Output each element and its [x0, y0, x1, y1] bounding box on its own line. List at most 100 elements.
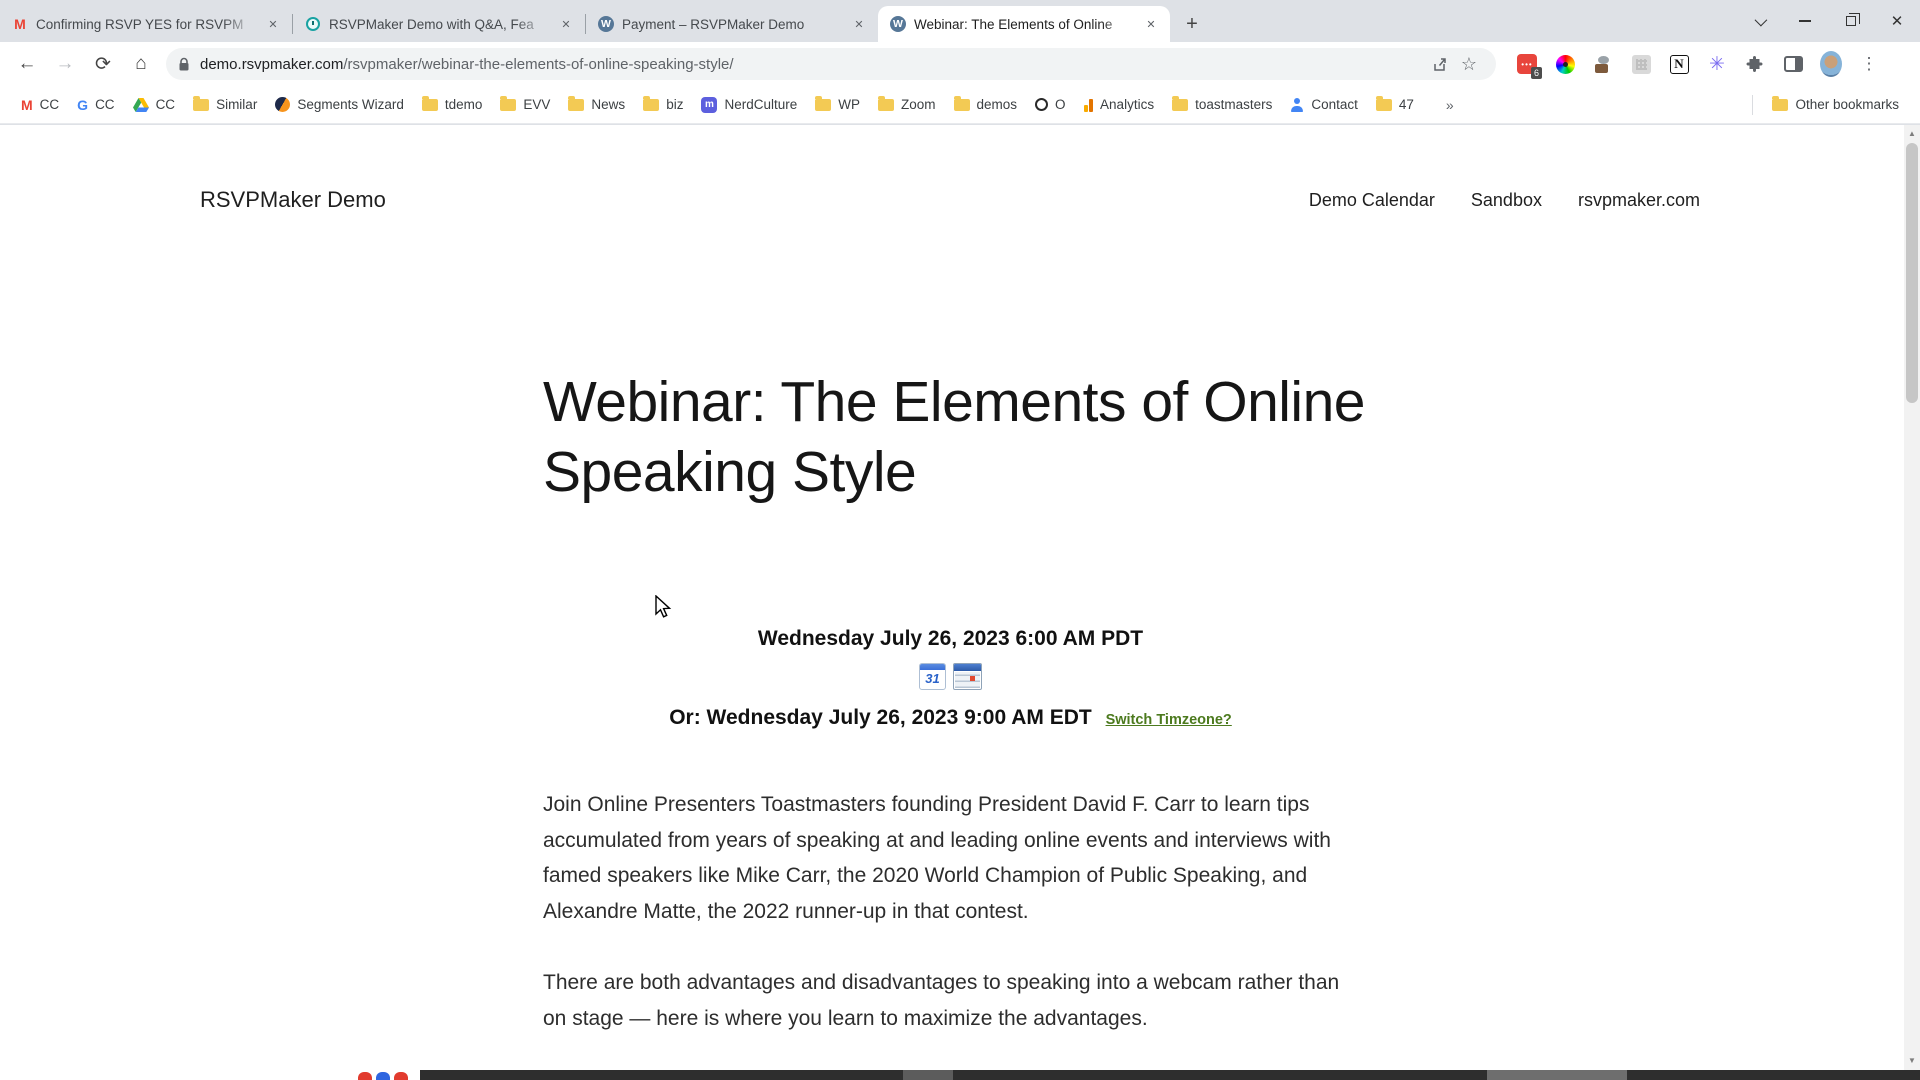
scrollbar-thumb[interactable] [1906, 143, 1918, 403]
scroll-down-arrow-icon[interactable]: ▼ [1904, 1052, 1920, 1068]
bookmark-folder-zoom[interactable]: Zoom [869, 91, 945, 119]
page-title: Webinar: The Elements of Online Speaking… [543, 370, 1366, 505]
calendar-links: 31 [543, 660, 1358, 692]
tab-webinar-active[interactable]: W Webinar: The Elements of Online ✕ [878, 6, 1170, 42]
new-tab-button[interactable]: + [1178, 10, 1206, 38]
taskbar-sliver [420, 1070, 1920, 1080]
other-bookmarks-button[interactable]: Other bookmarks [1763, 91, 1908, 119]
bookmark-folder-47[interactable]: 47 [1367, 91, 1423, 119]
starburst-extension-icon[interactable]: ✳ [1706, 53, 1728, 75]
event-alt-time: Or: Wednesday July 26, 2023 9:00 AM EDT [669, 706, 1092, 729]
site-header: RSVPMaker Demo Demo Calendar Sandbox rsv… [200, 187, 1700, 213]
bookmark-gmail-cc[interactable]: M CC [12, 91, 68, 119]
extensions-puzzle-icon[interactable] [1744, 53, 1766, 75]
folder-icon [1172, 95, 1189, 111]
segments-wizard-icon [275, 97, 291, 112]
wordpress-icon: W [598, 16, 614, 32]
nav-sandbox[interactable]: Sandbox [1471, 190, 1542, 211]
bookmark-analytics[interactable]: Analytics [1075, 91, 1164, 119]
tab-gmail-confirming[interactable]: M Confirming RSVP YES for RSVPM ✕ [0, 6, 292, 42]
event-alt-time-row: Or: Wednesday July 26, 2023 9:00 AM EDT … [543, 706, 1358, 730]
browser-toolbar: ← → ⟳ ⌂ demo.rsvpmaker.com/rsvpmaker/web… [0, 42, 1920, 86]
browser-window: M Confirming RSVP YES for RSVPM ✕ RSVPMa… [0, 0, 1920, 1080]
color-wheel-extension-icon[interactable] [1554, 53, 1576, 75]
page-scrollbar[interactable]: ▲ ▼ [1904, 125, 1920, 1080]
nav-rsvpmaker-com[interactable]: rsvpmaker.com [1578, 190, 1700, 211]
tab-close-icon[interactable]: ✕ [264, 15, 282, 33]
folder-icon [877, 95, 894, 111]
folder-icon [1375, 95, 1392, 111]
tab-close-icon[interactable]: ✕ [850, 15, 868, 33]
bookmarks-divider [1752, 94, 1754, 115]
alarm-clock-icon [305, 16, 321, 32]
bookmarks-overflow-chevron[interactable]: » [1437, 91, 1463, 119]
bookmark-folder-toastmasters[interactable]: toastmasters [1163, 91, 1281, 119]
folder-icon [421, 95, 438, 111]
bottom-edge-strip [0, 1070, 1920, 1080]
bookmark-drive-cc[interactable]: CC [124, 91, 185, 119]
bookmark-google-cc[interactable]: G CC [68, 91, 123, 119]
share-icon[interactable] [1424, 49, 1454, 79]
nav-demo-calendar[interactable]: Demo Calendar [1309, 190, 1435, 211]
google-icon: G [77, 96, 89, 113]
folder-icon [815, 95, 832, 111]
forward-icon: → [55, 53, 75, 74]
google-calendar-icon[interactable]: 31 [919, 662, 946, 690]
scroll-up-arrow-icon[interactable]: ▲ [1904, 125, 1920, 141]
site-title[interactable]: RSVPMaker Demo [200, 187, 386, 213]
bookmark-folder-tdemo[interactable]: tdemo [413, 91, 492, 119]
event-primary-time: Wednesday July 26, 2023 6:00 AM PDT [757, 627, 1144, 650]
bookmark-folder-demos[interactable]: demos [945, 91, 1027, 119]
address-bar[interactable]: demo.rsvpmaker.com/rsvpmaker/webinar-the… [166, 48, 1496, 80]
tab-rsvpmaker-qa[interactable]: RSVPMaker Demo with Q&A, Fea ✕ [293, 6, 585, 42]
bookmark-segments-wizard[interactable]: Segments Wizard [266, 91, 413, 119]
tab-title: RSVPMaker Demo with Q&A, Fea [329, 16, 534, 32]
intro-paragraph: Join Online Presenters Toastmasters foun… [543, 793, 1331, 923]
bookmark-contact[interactable]: Contact [1281, 91, 1367, 119]
switch-timezone-link[interactable]: Switch Timzeone? [1106, 712, 1232, 728]
reload-icon[interactable]: ⟳ [86, 47, 120, 81]
bookmark-folder-biz[interactable]: biz [634, 91, 692, 119]
bookmark-folder-news[interactable]: News [559, 91, 634, 119]
close-window-button[interactable]: ✕ [1874, 0, 1920, 42]
side-panel-icon[interactable] [1782, 53, 1804, 75]
minimize-button[interactable] [1782, 0, 1828, 42]
bookmark-folder-wp[interactable]: WP [806, 91, 869, 119]
camera-extension-icon[interactable] [1592, 53, 1614, 75]
folder-icon [568, 95, 585, 111]
tab-close-icon[interactable]: ✕ [557, 15, 575, 33]
notion-extension-icon[interactable]: N [1668, 53, 1690, 75]
folder-icon [643, 95, 660, 111]
window-controls: ✕ [1736, 0, 1920, 42]
other-bookmarks-group: Other bookmarks [1742, 91, 1908, 119]
ical-calendar-icon[interactable] [953, 662, 982, 690]
restore-button[interactable] [1828, 0, 1874, 42]
bookmark-star-icon[interactable]: ☆ [1454, 49, 1484, 79]
home-icon[interactable]: ⌂ [124, 47, 158, 81]
wordpress-icon: W [890, 16, 906, 32]
folder-icon [1772, 95, 1789, 111]
ring-icon [1035, 98, 1049, 111]
tab-close-icon[interactable]: ✕ [1142, 15, 1160, 33]
gmail-icon: M [21, 96, 33, 113]
bookmark-folder-evv[interactable]: EVV [491, 91, 559, 119]
bookmark-nerdculture[interactable]: m NerdCulture [692, 91, 806, 119]
profile-avatar[interactable] [1820, 51, 1842, 77]
gmail-icon: M [14, 16, 26, 32]
grid-extension-icon[interactable] [1630, 53, 1652, 75]
lock-icon [179, 57, 189, 70]
tab-title: Payment – RSVPMaker Demo [622, 16, 805, 32]
person-icon [1290, 97, 1304, 112]
streak-extension-icon[interactable]: ••• 6 [1516, 53, 1542, 79]
mouse-cursor [655, 595, 672, 618]
extension-badge: 6 [1530, 67, 1542, 79]
mastodon-icon: m [701, 96, 718, 113]
back-icon[interactable]: ← [10, 47, 44, 81]
tab-payment[interactable]: W Payment – RSVPMaker Demo ✕ [586, 6, 878, 42]
tab-search-chevron-icon[interactable] [1736, 0, 1782, 42]
bookmark-o[interactable]: O [1026, 91, 1075, 119]
drive-icon [132, 97, 149, 112]
browser-menu-icon[interactable]: ⋮ [1858, 53, 1880, 75]
bookmark-folder-similar[interactable]: Similar [184, 91, 266, 119]
folder-icon [953, 95, 970, 111]
